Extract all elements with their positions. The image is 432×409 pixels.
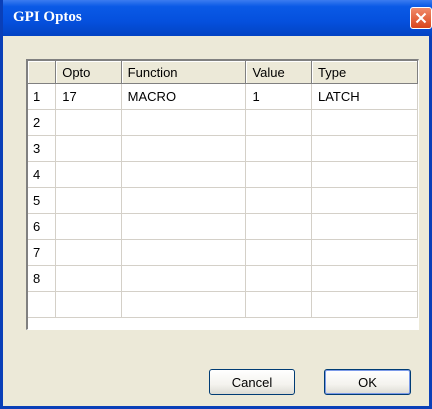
table-row[interactable]: 5 — [28, 187, 418, 214]
column-header-function[interactable]: Function — [121, 61, 247, 84]
cell-function[interactable] — [121, 161, 247, 188]
cell-opto[interactable] — [55, 161, 122, 188]
row-number-cell: 4 — [28, 161, 57, 188]
cell-value[interactable] — [245, 161, 312, 188]
cell-type[interactable] — [311, 135, 418, 162]
table-row[interactable]: 3 — [28, 135, 418, 162]
row-number-cell: 1 — [28, 83, 57, 110]
cell-opto[interactable] — [55, 265, 122, 292]
gpi-optos-dialog: GPI Optos Opto Function Value Type 1 17 MA — [0, 0, 432, 409]
cell-opto[interactable] — [55, 187, 122, 214]
cell-type[interactable] — [311, 213, 418, 240]
cell-function[interactable] — [121, 187, 247, 214]
row-number-cell: 8 — [28, 265, 57, 292]
cell-function[interactable] — [121, 291, 247, 318]
table-row[interactable]: 7 — [28, 239, 418, 266]
cell-opto[interactable] — [55, 109, 122, 136]
row-number-cell: 6 — [28, 213, 57, 240]
table-row[interactable]: 8 — [28, 265, 418, 292]
row-number-cell — [28, 291, 57, 318]
optos-table: Opto Function Value Type 1 17 MACRO 1 LATCH 2 3 4 5… — [28, 61, 418, 318]
row-number-cell: 7 — [28, 239, 57, 266]
header-row: Opto Function Value Type — [28, 61, 418, 84]
cell-value[interactable] — [245, 291, 312, 318]
cell-opto[interactable] — [55, 291, 122, 318]
ok-button[interactable]: OK — [324, 369, 411, 395]
cell-value[interactable] — [245, 135, 312, 162]
cell-type[interactable] — [311, 265, 418, 292]
cell-opto[interactable]: 17 — [55, 83, 122, 110]
cell-value[interactable] — [245, 213, 312, 240]
column-header-opto[interactable]: Opto — [55, 61, 122, 84]
table-row[interactable] — [28, 291, 418, 318]
table-row[interactable]: 2 — [28, 109, 418, 136]
cell-function[interactable] — [121, 213, 247, 240]
cell-type[interactable] — [311, 239, 418, 266]
table-row[interactable]: 6 — [28, 213, 418, 240]
optos-grid[interactable]: Opto Function Value Type 1 17 MACRO 1 LATCH 2 3 4 5… — [26, 59, 419, 330]
table-row[interactable]: 4 — [28, 161, 418, 188]
cell-opto[interactable] — [55, 239, 122, 266]
column-header-corner — [28, 61, 57, 84]
row-number-cell: 2 — [28, 109, 57, 136]
cell-function[interactable]: MACRO — [121, 83, 247, 110]
cell-value[interactable] — [245, 187, 312, 214]
cell-function[interactable] — [121, 265, 247, 292]
cancel-button[interactable]: Cancel — [209, 369, 295, 395]
cell-value[interactable] — [245, 109, 312, 136]
cell-value[interactable] — [245, 239, 312, 266]
column-header-type[interactable]: Type — [311, 61, 418, 84]
cell-value[interactable] — [245, 265, 312, 292]
close-icon — [415, 12, 427, 24]
row-number-cell: 5 — [28, 187, 57, 214]
window-title: GPI Optos — [13, 9, 82, 25]
cell-type[interactable]: LATCH — [311, 83, 418, 110]
cell-type[interactable] — [311, 109, 418, 136]
cell-function[interactable] — [121, 239, 247, 266]
cell-type[interactable] — [311, 161, 418, 188]
cell-opto[interactable] — [55, 135, 122, 162]
cell-function[interactable] — [121, 109, 247, 136]
title-bar[interactable]: GPI Optos — [3, 0, 432, 36]
table-row[interactable]: 1 17 MACRO 1 LATCH — [28, 83, 418, 110]
close-button[interactable] — [410, 7, 432, 29]
cell-function[interactable] — [121, 135, 247, 162]
cell-type[interactable] — [311, 291, 418, 318]
cell-value[interactable]: 1 — [245, 83, 312, 110]
column-header-value[interactable]: Value — [245, 61, 312, 84]
cell-type[interactable] — [311, 187, 418, 214]
row-number-cell: 3 — [28, 135, 57, 162]
cell-opto[interactable] — [55, 213, 122, 240]
